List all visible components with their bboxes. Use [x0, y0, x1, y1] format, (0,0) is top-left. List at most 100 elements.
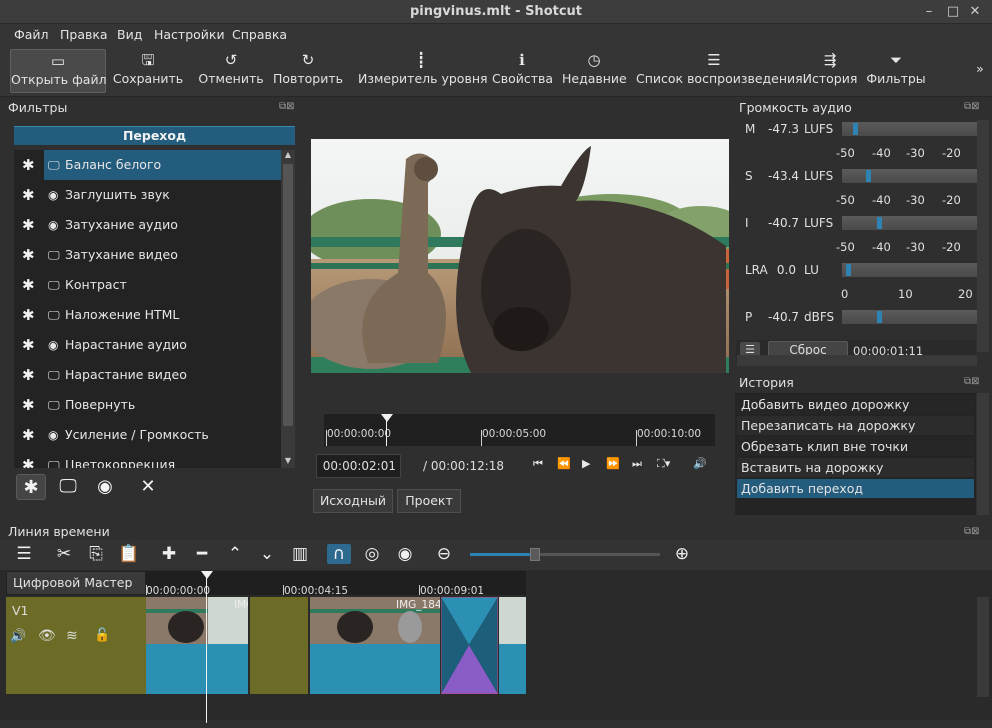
mute-icon[interactable]: 🔊: [10, 629, 26, 644]
favorite-star-icon[interactable]: ✱: [22, 150, 38, 180]
favorite-star-icon[interactable]: ✱: [22, 330, 38, 360]
filter-item[interactable]: ✱ ◉ Нарастание аудио: [14, 330, 281, 360]
history-item[interactable]: Перезаписать на дорожку: [737, 416, 974, 435]
fast-forward-icon[interactable]: ⏩: [606, 457, 620, 470]
filters-scrollbar[interactable]: ▲ ▼: [281, 150, 295, 468]
favorite-star-icon[interactable]: ✱: [22, 360, 38, 390]
split-icon[interactable]: ▥: [288, 544, 312, 564]
favorite-star-icon[interactable]: ✱: [22, 420, 38, 450]
properties-button[interactable]: ℹ Свойства: [492, 49, 553, 93]
volume-icon[interactable]: 🔊: [693, 457, 707, 470]
zoom-slider[interactable]: [470, 548, 660, 561]
skip-previous-icon[interactable]: ⏮: [533, 457, 543, 471]
overwrite-icon[interactable]: ⌄: [255, 544, 279, 564]
save-button[interactable]: 🖫 Сохранить: [112, 49, 184, 93]
history-item[interactable]: Обрезать клип вне точки: [737, 437, 974, 456]
filter-item[interactable]: ✱ 🖵 Контраст: [14, 270, 281, 300]
snap-icon[interactable]: ∩: [327, 544, 351, 564]
favorite-star-icon[interactable]: ✱: [22, 210, 38, 240]
cut-icon[interactable]: ✂: [52, 544, 76, 564]
filter-item[interactable]: ✱ 🖵 Цветокоррекция: [14, 450, 281, 468]
composite-icon[interactable]: ≋: [66, 628, 78, 644]
filter-item[interactable]: ✱ 🖵 Наложение HTML: [14, 300, 281, 330]
append-icon[interactable]: ✚: [157, 544, 181, 564]
lock-icon[interactable]: 🔓: [94, 628, 110, 643]
zoom-fit-icon[interactable]: ⛶▾: [657, 457, 670, 471]
menu-edit[interactable]: Правка: [60, 24, 108, 45]
remove-icon[interactable]: ━: [190, 544, 214, 564]
history-list[interactable]: Добавить видео дорожку Перезаписать на до…: [735, 393, 976, 515]
current-time-field[interactable]: 00:00:02:01: [316, 454, 401, 478]
video-filter-button[interactable]: 🖵: [53, 474, 83, 500]
timeline-dock-buttons[interactable]: ⧉⊠: [964, 526, 980, 537]
tab-source[interactable]: Исходный: [313, 489, 393, 513]
audio-filter-button[interactable]: ◉: [90, 474, 120, 500]
timeline-menu-icon[interactable]: ☰: [12, 544, 36, 564]
timeline-scrollbar[interactable]: [977, 597, 989, 697]
zoom-slider-handle[interactable]: [530, 548, 540, 561]
menu-file[interactable]: Файл: [14, 24, 49, 45]
history-item[interactable]: Вставить на дорожку: [737, 458, 974, 477]
filter-item[interactable]: ✱ 🖵 Повернуть: [14, 390, 281, 420]
toolbar-overflow-button[interactable]: »: [972, 61, 988, 105]
video-preview[interactable]: [311, 139, 729, 373]
filter-item[interactable]: ✱ ◉ Затухание аудио: [14, 210, 281, 240]
tab-project[interactable]: Проект: [397, 489, 461, 513]
favorite-star-icon[interactable]: ✱: [22, 270, 38, 300]
rewind-icon[interactable]: ⏪: [557, 457, 571, 470]
maximize-button[interactable]: □: [944, 3, 962, 21]
meter-vscrollbar[interactable]: [977, 120, 989, 352]
transition-clip[interactable]: [441, 597, 498, 694]
favorite-star-icon[interactable]: ✱: [22, 240, 38, 270]
favorite-star-icon[interactable]: ✱: [22, 300, 38, 330]
filter-item[interactable]: ✱ 🖵 Затухание видео: [14, 240, 281, 270]
lift-icon[interactable]: ⌃: [223, 544, 247, 564]
ripple-icon[interactable]: ◉: [393, 544, 417, 564]
history-scrollbar[interactable]: [977, 393, 989, 515]
copy-icon[interactable]: ⎘: [84, 544, 108, 564]
timeline-blank-clip[interactable]: [250, 597, 308, 694]
playlist-button[interactable]: ☰ Список воспроизведения: [636, 49, 803, 93]
filter-item[interactable]: ✱ ◉ Усиление / Громкость: [14, 420, 281, 450]
filters-dock-buttons[interactable]: ⧉⊠: [279, 101, 295, 112]
paste-icon[interactable]: 📋: [117, 544, 141, 564]
filter-item[interactable]: ✱ ◉ Заглушить звук: [14, 180, 281, 210]
filters-list[interactable]: ✱ 🖵 Баланс белого ✱ ◉ Заглушить звук ✱ ◉ Затухан…: [14, 150, 281, 468]
skip-next-icon[interactable]: ⏭: [632, 457, 642, 471]
recent-button[interactable]: ◷ Недавние: [562, 49, 627, 93]
filter-item[interactable]: ✱ 🖵 Баланс белого: [14, 150, 281, 180]
zoom-out-icon[interactable]: ⊖: [432, 544, 456, 564]
minimize-button[interactable]: –: [920, 3, 938, 21]
history-item[interactable]: Добавить видео дорожку: [737, 395, 974, 414]
speaker-icon: ◉: [48, 188, 59, 202]
open-file-button[interactable]: ▭ Открыть файл: [10, 49, 107, 93]
hide-icon[interactable]: 👁: [38, 628, 56, 644]
close-filter-button[interactable]: ✕: [133, 474, 163, 500]
close-window-button[interactable]: ✕: [966, 3, 984, 21]
meter-hscrollbar[interactable]: [737, 355, 977, 366]
timeline-clip[interactable]: IMG: [146, 597, 248, 694]
redo-button[interactable]: ↻ Повторить: [272, 49, 344, 93]
timeline-clip[interactable]: [499, 597, 526, 694]
filter-item[interactable]: ✱ 🖵 Нарастание видео: [14, 360, 281, 390]
favorites-filter-button[interactable]: ✱: [16, 474, 46, 500]
level-meter-button[interactable]: ┋ Измеритель уровня: [358, 49, 488, 93]
timeline-playhead[interactable]: [206, 571, 207, 723]
favorite-star-icon[interactable]: ✱: [22, 450, 38, 468]
history-button[interactable]: ⇶ История: [800, 49, 860, 93]
undo-button[interactable]: ↺ Отменить: [198, 49, 264, 93]
player-ruler[interactable]: 00:00:00:00 00:00:05:00 00:00:10:00: [324, 414, 715, 446]
meter-dock-buttons[interactable]: ⧉⊠: [964, 101, 980, 112]
favorite-star-icon[interactable]: ✱: [22, 180, 38, 210]
play-icon[interactable]: ▶: [582, 457, 590, 470]
history-dock-buttons[interactable]: ⧉⊠: [964, 376, 980, 387]
scrub-icon[interactable]: ◎: [360, 544, 384, 564]
history-item[interactable]: Добавить переход: [737, 479, 974, 498]
menu-view[interactable]: Вид: [117, 24, 142, 45]
menu-settings[interactable]: Настройки: [154, 24, 225, 45]
menu-help[interactable]: Справка: [232, 24, 287, 45]
filters-button[interactable]: ⏷ Фильтры: [866, 49, 926, 93]
favorite-star-icon[interactable]: ✱: [22, 390, 38, 420]
timeline-clip[interactable]: IMG_184: [310, 597, 440, 694]
zoom-in-icon[interactable]: ⊕: [670, 544, 694, 564]
